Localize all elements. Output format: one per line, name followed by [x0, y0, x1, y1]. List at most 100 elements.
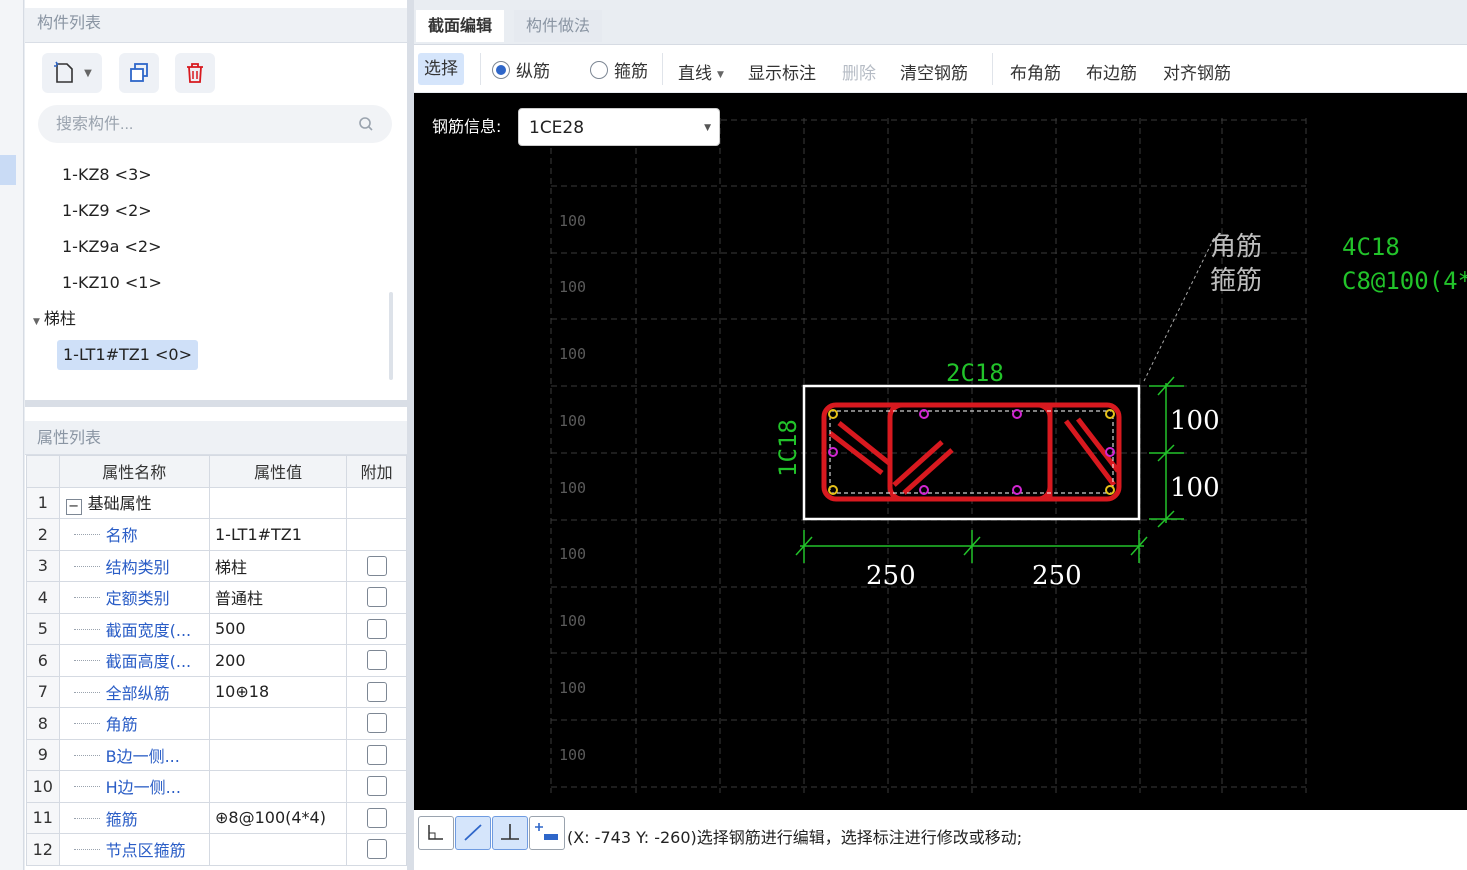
table-row[interactable]: 1 − 基础属性	[26, 486, 407, 519]
width-dim-right[interactable]: 250	[1032, 561, 1082, 591]
property-extra	[346, 801, 407, 834]
line-mode-dropdown[interactable]: 直线 ▼	[678, 59, 724, 84]
tree-item-kz9[interactable]: 1-KZ9 <2>	[62, 196, 152, 226]
delete-component-button[interactable]	[175, 53, 215, 93]
table-row[interactable]: 4 定额类别 普通柱	[26, 581, 407, 614]
height-dim-lower[interactable]: 100	[1170, 473, 1220, 503]
property-value[interactable]: 1-LT1#TZ1	[208, 518, 348, 551]
grid-label: 100	[559, 345, 586, 363]
clear-rebar-button[interactable]: 清空钢筋	[900, 59, 968, 84]
align-rebar-button[interactable]: 对齐钢筋	[1163, 59, 1231, 84]
table-row[interactable]: 9 B边一侧...	[26, 738, 407, 771]
table-row[interactable]: 8 角筋	[26, 707, 407, 740]
collapse-box-icon[interactable]: −	[65, 499, 82, 516]
property-name: 截面宽度(...	[58, 612, 211, 645]
property-list-header: 属性列表	[25, 421, 419, 455]
property-value[interactable]	[208, 707, 348, 740]
delete-button[interactable]: 删除	[842, 59, 876, 84]
corner-rebar-button[interactable]: 布角筋	[1010, 59, 1061, 84]
property-value[interactable]: 200	[208, 644, 348, 677]
copy-component-button[interactable]	[119, 53, 159, 93]
component-list-scrollbar[interactable]	[389, 292, 393, 380]
extra-checkbox[interactable]	[366, 713, 387, 734]
show-annotation-button[interactable]: 显示标注	[748, 59, 816, 84]
stirrup-radio[interactable]: 箍筋	[590, 57, 648, 82]
tab-section-edit[interactable]: 截面编辑	[416, 10, 505, 42]
tab-component-method[interactable]: 构件做法	[514, 10, 603, 42]
property-group-basic[interactable]: − 基础属性	[58, 486, 211, 519]
table-row[interactable]: 2 名称 1-LT1#TZ1	[26, 518, 407, 551]
add-annotation-button[interactable]	[529, 816, 565, 850]
add-dimension-icon	[535, 823, 558, 840]
grid-label: 100	[559, 612, 586, 630]
extra-checkbox[interactable]	[366, 618, 387, 639]
tree-item-lt1-tz1[interactable]: 1-LT1#TZ1 <0>	[57, 340, 199, 370]
property-value[interactable]: 普通柱	[208, 581, 348, 614]
property-value[interactable]: ⊕8@100(4*4)	[208, 801, 348, 834]
extra-checkbox[interactable]	[366, 681, 387, 702]
tree-item-kz10[interactable]: 1-KZ10 <1>	[62, 268, 162, 298]
table-row[interactable]: 5 截面宽度(... 500	[26, 612, 407, 645]
extra-checkbox[interactable]	[366, 839, 387, 860]
property-value[interactable]	[208, 738, 348, 771]
status-text: (X: -743 Y: -260)选择钢筋进行编辑，选择标注进行修改或移动;	[567, 828, 1023, 847]
table-row[interactable]: 3 结构类别 梯柱	[26, 549, 407, 582]
section-canvas[interactable]: 100 100 100 100 100 100 100 100 100 角筋 箍…	[414, 93, 1467, 810]
tree-group-stair-column[interactable]: ▼ 梯柱	[33, 304, 76, 334]
tree-item-kz9a[interactable]: 1-KZ9a <2>	[62, 232, 161, 262]
table-row[interactable]: 11 箍筋 ⊕8@100(4*4)	[26, 801, 407, 834]
property-value[interactable]: 10⊕18	[208, 675, 348, 708]
extra-checkbox[interactable]	[366, 807, 387, 828]
longitudinal-radio[interactable]: 纵筋	[492, 57, 550, 82]
component-search-input[interactable]	[54, 105, 358, 145]
width-dim-left[interactable]: 250	[866, 561, 916, 591]
corner-rebar-value[interactable]: 4C18	[1342, 233, 1400, 261]
row-number: 2	[26, 518, 60, 551]
property-table-header: 属性名称 属性值 附加	[26, 455, 407, 488]
property-value[interactable]	[208, 833, 348, 866]
grid-label: 100	[559, 412, 586, 430]
tree-item-kz8[interactable]: 1-KZ8 <3>	[62, 160, 152, 190]
edge-rebar-button[interactable]: 布边筋	[1086, 59, 1137, 84]
search-icon[interactable]	[358, 116, 374, 132]
height-dimension[interactable]	[1149, 376, 1184, 528]
stirrup-annotation[interactable]: 箍筋	[1210, 266, 1262, 296]
dropdown-arrow-icon[interactable]: ▼	[84, 68, 92, 79]
rebar-info-select[interactable]: 1CE28 ▼	[518, 108, 720, 146]
width-dimension[interactable]	[795, 530, 1148, 563]
new-component-button[interactable]: ▼	[42, 53, 102, 93]
free-line-button[interactable]	[455, 816, 491, 850]
select-button[interactable]: 选择	[418, 53, 464, 85]
stirrup-radio-label: 箍筋	[614, 62, 648, 82]
extra-checkbox[interactable]	[366, 650, 387, 671]
table-row[interactable]: 12 节点区箍筋	[26, 833, 407, 866]
grid-label: 100	[559, 746, 586, 764]
extra-checkbox[interactable]	[366, 776, 387, 797]
table-row[interactable]: 7 全部纵筋 10⊕18	[26, 675, 407, 708]
panel-splitter[interactable]	[25, 400, 407, 407]
component-list-header: 构件列表	[25, 8, 419, 43]
top-edge-rebar-label[interactable]: 2C18	[946, 359, 1004, 387]
grid-label: 100	[559, 212, 586, 230]
property-group-label: 基础属性	[87, 494, 152, 514]
height-dim-upper[interactable]: 100	[1170, 406, 1220, 436]
extra-checkbox[interactable]	[366, 555, 387, 576]
chevron-down-icon[interactable]: ▼	[704, 109, 711, 147]
property-value[interactable]: 梯柱	[208, 549, 348, 582]
corner-rebar-annotation[interactable]: 角筋	[1210, 232, 1262, 262]
table-row[interactable]: 6 截面高度(... 200	[26, 644, 407, 677]
property-value[interactable]: 500	[208, 612, 348, 645]
stirrup-value[interactable]: C8@100(4*	[1342, 267, 1467, 295]
ortho-snap-button[interactable]	[418, 816, 454, 850]
extra-checkbox[interactable]	[366, 744, 387, 765]
property-value	[208, 486, 348, 519]
property-value[interactable]	[208, 770, 348, 803]
perpendicular-button[interactable]	[492, 816, 528, 850]
component-search[interactable]	[38, 105, 392, 145]
collapse-triangle-icon[interactable]: ▼	[33, 317, 40, 327]
side-edge-rebar-label[interactable]: 1C18	[774, 419, 802, 477]
table-row[interactable]: 10 H边一侧...	[26, 770, 407, 803]
extra-checkbox[interactable]	[366, 587, 387, 608]
section-drawing[interactable]: 100 100 100 100 100 100 100 100 100 角筋 箍…	[414, 93, 1467, 810]
main-splitter[interactable]	[407, 0, 414, 870]
